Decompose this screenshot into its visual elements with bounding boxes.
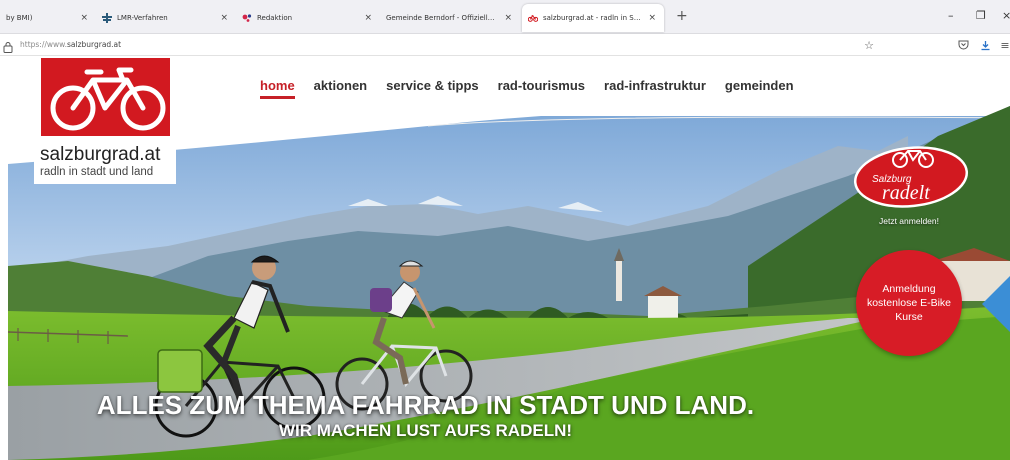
- tab-salzburgrad[interactable]: salzburgrad.at - radln in Stadt u ×: [522, 4, 664, 32]
- logo-wordmark[interactable]: salzburgrad.at radln in stadt und land: [34, 140, 176, 184]
- tab-close-icon[interactable]: ×: [648, 13, 656, 23]
- badge-line2: radelt: [882, 182, 930, 204]
- bicycle-logo-icon: [50, 67, 166, 131]
- tab-title: Gemeinde Berndorf - Offizielle Hom: [386, 14, 499, 22]
- pocket-icon[interactable]: [956, 38, 970, 52]
- tab-close-icon[interactable]: ×: [504, 13, 512, 23]
- tab-close-icon[interactable]: ×: [80, 13, 88, 23]
- main-navigation: home aktionen service & tipps rad-touris…: [260, 78, 794, 99]
- redaktion-favicon-icon: [242, 13, 252, 23]
- site-logo[interactable]: [39, 56, 172, 138]
- salzburg-radelt-badge[interactable]: Salzburg radelt: [852, 146, 970, 208]
- new-tab-button[interactable]: +: [676, 8, 688, 24]
- download-icon[interactable]: [978, 38, 992, 52]
- nav-rad-tourismus[interactable]: rad-tourismus: [498, 78, 585, 99]
- headline-line2: WIR MACHEN LUST AUFS RADELN!: [278, 421, 573, 440]
- lock-icon[interactable]: [3, 38, 13, 53]
- tab-redaktion[interactable]: Redaktion ×: [236, 4, 380, 32]
- web-page: salzburgrad.at radln in stadt und land h…: [8, 56, 1010, 460]
- tab-gemeinde-berndorf[interactable]: Gemeinde Berndorf - Offizielle Hom ×: [380, 4, 520, 32]
- restore-button[interactable]: ❐: [976, 9, 986, 22]
- tab-lmr-verfahren[interactable]: LMR-Verfahren ×: [96, 4, 236, 32]
- side-panel-tab[interactable]: [982, 276, 1010, 332]
- tab-close-icon[interactable]: ×: [364, 13, 372, 23]
- headline-line1: ALLES ZUM THEMA FAHRRAD IN STADT UND LAN…: [96, 390, 755, 420]
- tab-title: Redaktion: [257, 14, 293, 22]
- nav-home[interactable]: home: [260, 78, 295, 99]
- hero-headline: ALLES ZUM THEMA FAHRRAD IN STADT UND LAN…: [8, 390, 843, 442]
- tab-close-icon[interactable]: ×: [220, 13, 228, 23]
- nav-gemeinden[interactable]: gemeinden: [725, 78, 794, 99]
- e-bike-course-registration-button[interactable]: Anmeldung kostenlose E-Bike Kurse: [856, 250, 962, 356]
- tab-title: salzburgrad.at - radln in Stadt u: [543, 14, 642, 22]
- bookmark-star-icon[interactable]: ☆: [862, 38, 876, 52]
- nav-aktionen[interactable]: aktionen: [314, 78, 367, 99]
- minimize-button[interactable]: –: [948, 9, 954, 22]
- url-text[interactable]: https://www.salzburgrad.at: [20, 40, 121, 49]
- badge-cta-link[interactable]: Jetzt anmelden!: [864, 216, 954, 226]
- menu-icon[interactable]: ≡: [998, 38, 1010, 52]
- bike-favicon-icon: [528, 13, 538, 23]
- logo-tagline: radln in stadt und land: [40, 166, 154, 178]
- window-close-button[interactable]: ×: [1002, 9, 1010, 22]
- tab-title: LMR-Verfahren: [117, 14, 168, 22]
- nav-service-tipps[interactable]: service & tipps: [386, 78, 479, 99]
- lmr-favicon-icon: [102, 13, 112, 23]
- tab-title: by BMI): [6, 14, 33, 22]
- address-bar[interactable]: https://www.salzburgrad.at ☆ ≡: [0, 34, 1010, 56]
- tab-bmi[interactable]: by BMI) ×: [0, 4, 96, 32]
- nav-rad-infrastruktur[interactable]: rad-infrastruktur: [604, 78, 706, 99]
- logo-title: salzburgrad.at: [40, 144, 161, 165]
- browser-tab-bar: by BMI) × LMR-Verfahren × Redaktion × Ge…: [0, 0, 1010, 34]
